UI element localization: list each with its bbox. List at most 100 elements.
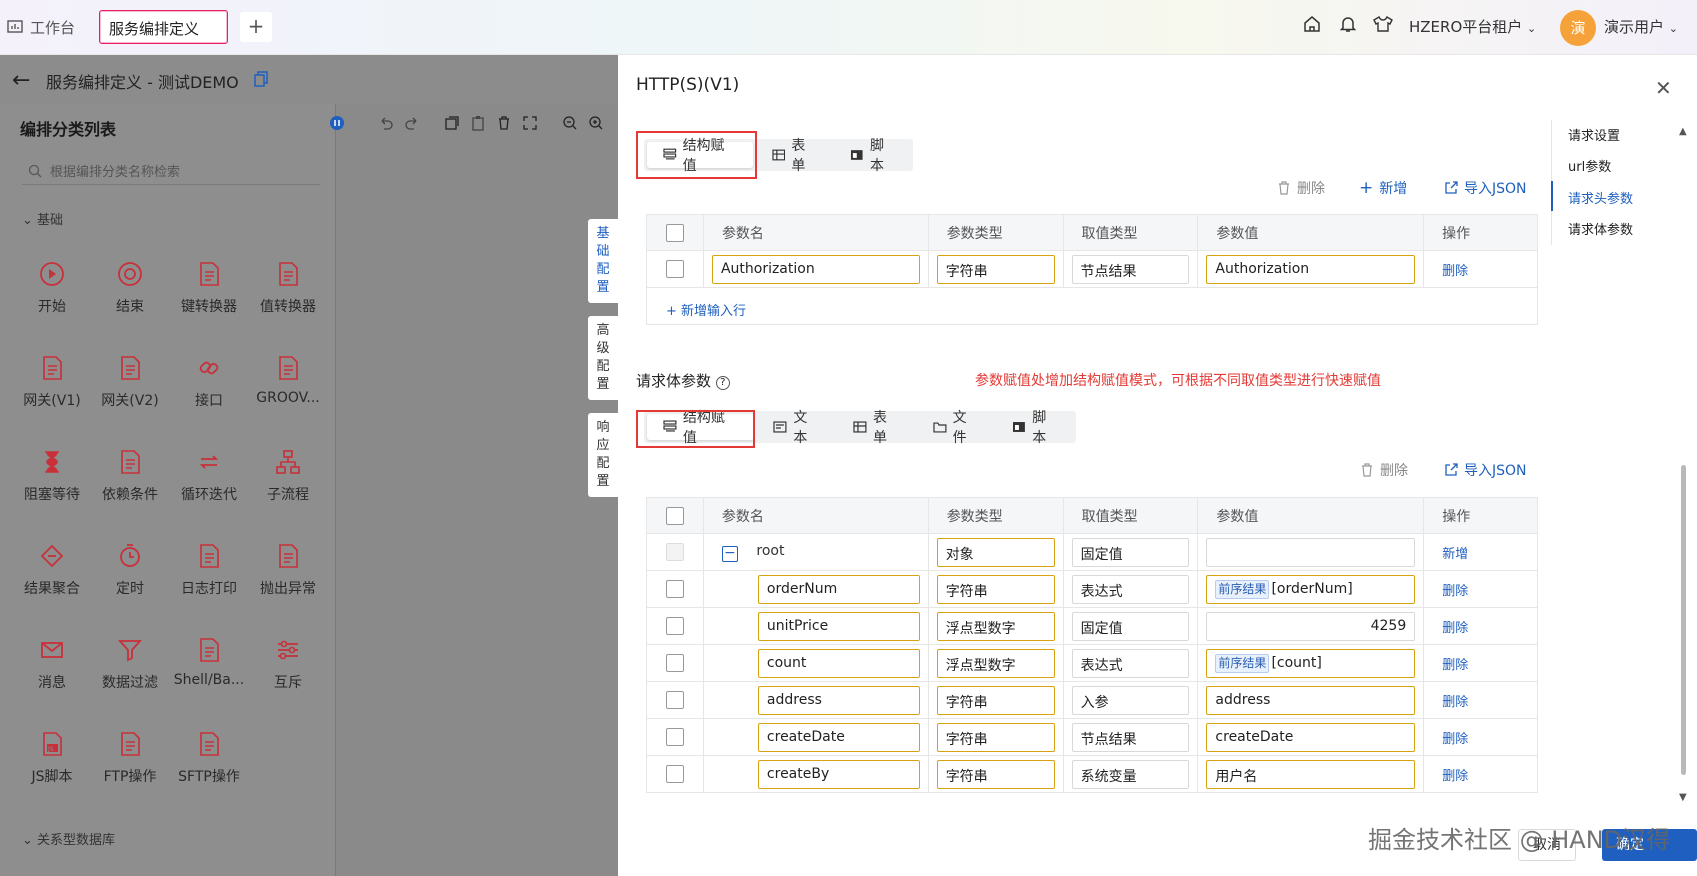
row-checkbox[interactable] [665, 691, 684, 709]
component-item[interactable]: 开始 [13, 261, 91, 316]
param-type-select[interactable]: 字符串 [936, 722, 1055, 752]
anchor-body-params[interactable]: 请求体参数 [1568, 219, 1633, 238]
component-item[interactable]: Shell/Ba... [170, 637, 248, 688]
value-type-select[interactable]: 节点结果 [1071, 722, 1190, 752]
component-item[interactable]: FTP操作 [91, 731, 169, 786]
delete-row-link[interactable]: 删除 [1442, 658, 1468, 673]
tab-service-orchestration[interactable]: 服务编排定义 [99, 10, 228, 44]
param-type-select[interactable]: 字符串 [936, 574, 1055, 604]
param-value-input[interactable]: 用户名 [1206, 759, 1416, 789]
param-value-input[interactable]: createDate [1206, 722, 1416, 752]
paste-icon[interactable] [470, 115, 486, 131]
help-icon[interactable]: ? [715, 376, 730, 390]
param-name-input[interactable]: createBy [757, 759, 920, 789]
user-menu[interactable]: 演示用户 ⌄ [1604, 16, 1678, 37]
component-item[interactable]: SFTP操作 [170, 731, 248, 786]
bell-icon[interactable] [1338, 14, 1358, 34]
component-item[interactable]: GROOV... [249, 355, 327, 406]
value-type-select[interactable]: 入参 [1071, 685, 1190, 715]
select-all-cell[interactable] [646, 497, 704, 534]
component-item[interactable]: 值转换器 [249, 261, 327, 316]
row-select-cell[interactable] [646, 570, 704, 608]
param-value-input[interactable]: 前序结果 [orderNum] [1206, 574, 1416, 604]
component-item[interactable]: 结果聚合 [13, 543, 91, 598]
add-input-row-button[interactable]: + 新增输入行 [666, 300, 746, 319]
row-select-cell[interactable] [646, 755, 704, 793]
zoom-in-icon[interactable] [588, 115, 604, 131]
param-value-input[interactable]: address [1206, 685, 1416, 715]
header-delete-button[interactable]: 删除 [1277, 178, 1325, 198]
param-name-input[interactable]: Authorization [711, 254, 920, 284]
copy-icon[interactable] [254, 71, 268, 91]
vtab-basic-config[interactable]: 基础配置 [588, 219, 618, 303]
component-item[interactable]: 抛出异常 [249, 543, 327, 598]
body-mode-text[interactable]: 文本 [757, 410, 837, 446]
select-all-cell[interactable] [646, 214, 704, 251]
row-checkbox[interactable] [665, 260, 684, 278]
delete-row-link[interactable]: 删除 [1442, 732, 1468, 747]
param-name-input[interactable]: orderNum [757, 574, 920, 604]
copy-node-icon[interactable] [444, 115, 460, 131]
zoom-out-icon[interactable] [562, 115, 578, 131]
scroll-up-icon[interactable]: ▲ [1679, 126, 1687, 137]
fit-view-icon[interactable] [522, 115, 538, 131]
component-item[interactable]: 结束 [91, 261, 169, 316]
component-item[interactable]: 接口 [170, 355, 248, 410]
row-checkbox[interactable] [665, 580, 684, 598]
param-type-select[interactable]: 字符串 [936, 759, 1055, 789]
home-icon[interactable] [1302, 14, 1322, 34]
param-value-input[interactable]: Authorization [1206, 254, 1416, 284]
component-item[interactable]: 网关(V1) [13, 355, 91, 410]
body-delete-button[interactable]: 删除 [1360, 460, 1408, 480]
scroll-down-icon[interactable]: ▼ [1679, 792, 1687, 803]
component-item[interactable]: 循环迭代 [170, 449, 248, 504]
row-checkbox[interactable] [665, 617, 684, 635]
anchor-request-settings[interactable]: 请求设置 [1568, 125, 1620, 144]
param-value-input[interactable] [1206, 537, 1416, 567]
header-add-button[interactable]: + 新增 [1359, 178, 1407, 198]
value-type-select[interactable]: 系统变量 [1071, 759, 1190, 789]
vtab-advanced-config[interactable]: 高级配置 [588, 316, 618, 400]
delete-row-link[interactable]: 删除 [1442, 264, 1468, 279]
value-type-select[interactable]: 表达式 [1071, 574, 1190, 604]
anchor-url-params[interactable]: url参数 [1568, 156, 1611, 175]
header-import-json-button[interactable]: 导入JSON [1444, 178, 1527, 198]
param-type-select[interactable]: 浮点型数字 [936, 648, 1055, 678]
row-checkbox[interactable] [665, 765, 684, 783]
anchor-header-params[interactable]: 请求头参数 [1568, 188, 1633, 207]
vtab-response-config[interactable]: 响应配置 [588, 413, 618, 497]
add-tab-button[interactable]: + [240, 12, 272, 42]
param-value-input[interactable]: 4259 [1206, 611, 1416, 641]
param-name-input[interactable]: address [757, 685, 920, 715]
component-item[interactable]: 消息 [13, 637, 91, 692]
value-type-select[interactable]: 固定值 [1071, 611, 1190, 641]
component-item[interactable]: 网关(V2) [91, 355, 169, 410]
delete-row-link[interactable]: 删除 [1442, 584, 1468, 599]
body-mode-script[interactable]: 脚本 [996, 410, 1076, 446]
row-select-cell[interactable] [646, 718, 704, 756]
row-select-cell[interactable] [646, 681, 704, 719]
redo-icon[interactable] [404, 115, 420, 131]
select-all-checkbox[interactable] [665, 223, 684, 242]
tenant-switcher[interactable]: HZERO平台租户 ⌄ [1409, 16, 1536, 37]
component-item[interactable]: 键转换器 [170, 261, 248, 316]
param-type-select[interactable]: 对象 [936, 537, 1055, 567]
undo-icon[interactable] [378, 115, 394, 131]
param-value-input[interactable]: 前序结果 [count] [1206, 648, 1416, 678]
body-mode-form[interactable]: 表单 [837, 410, 917, 446]
drawer-scrollbar[interactable] [1681, 465, 1686, 775]
value-type-select[interactable]: 节点结果 [1071, 254, 1190, 284]
trash-icon[interactable] [496, 115, 512, 131]
component-item[interactable]: 依赖条件 [91, 449, 169, 504]
row-checkbox[interactable] [665, 654, 684, 672]
value-type-select[interactable]: 表达式 [1071, 648, 1190, 678]
delete-row-link[interactable]: 删除 [1442, 769, 1468, 784]
component-item[interactable]: 阻塞等待 [13, 449, 91, 504]
param-type-select[interactable]: 字符串 [936, 685, 1055, 715]
row-checkbox[interactable] [665, 728, 684, 746]
component-item[interactable]: 定时 [91, 543, 169, 598]
param-name-input[interactable]: createDate [757, 722, 920, 752]
row-select-cell[interactable] [646, 607, 704, 645]
component-item[interactable]: 日志打印 [170, 543, 248, 598]
param-type-select[interactable]: 字符串 [936, 254, 1055, 284]
